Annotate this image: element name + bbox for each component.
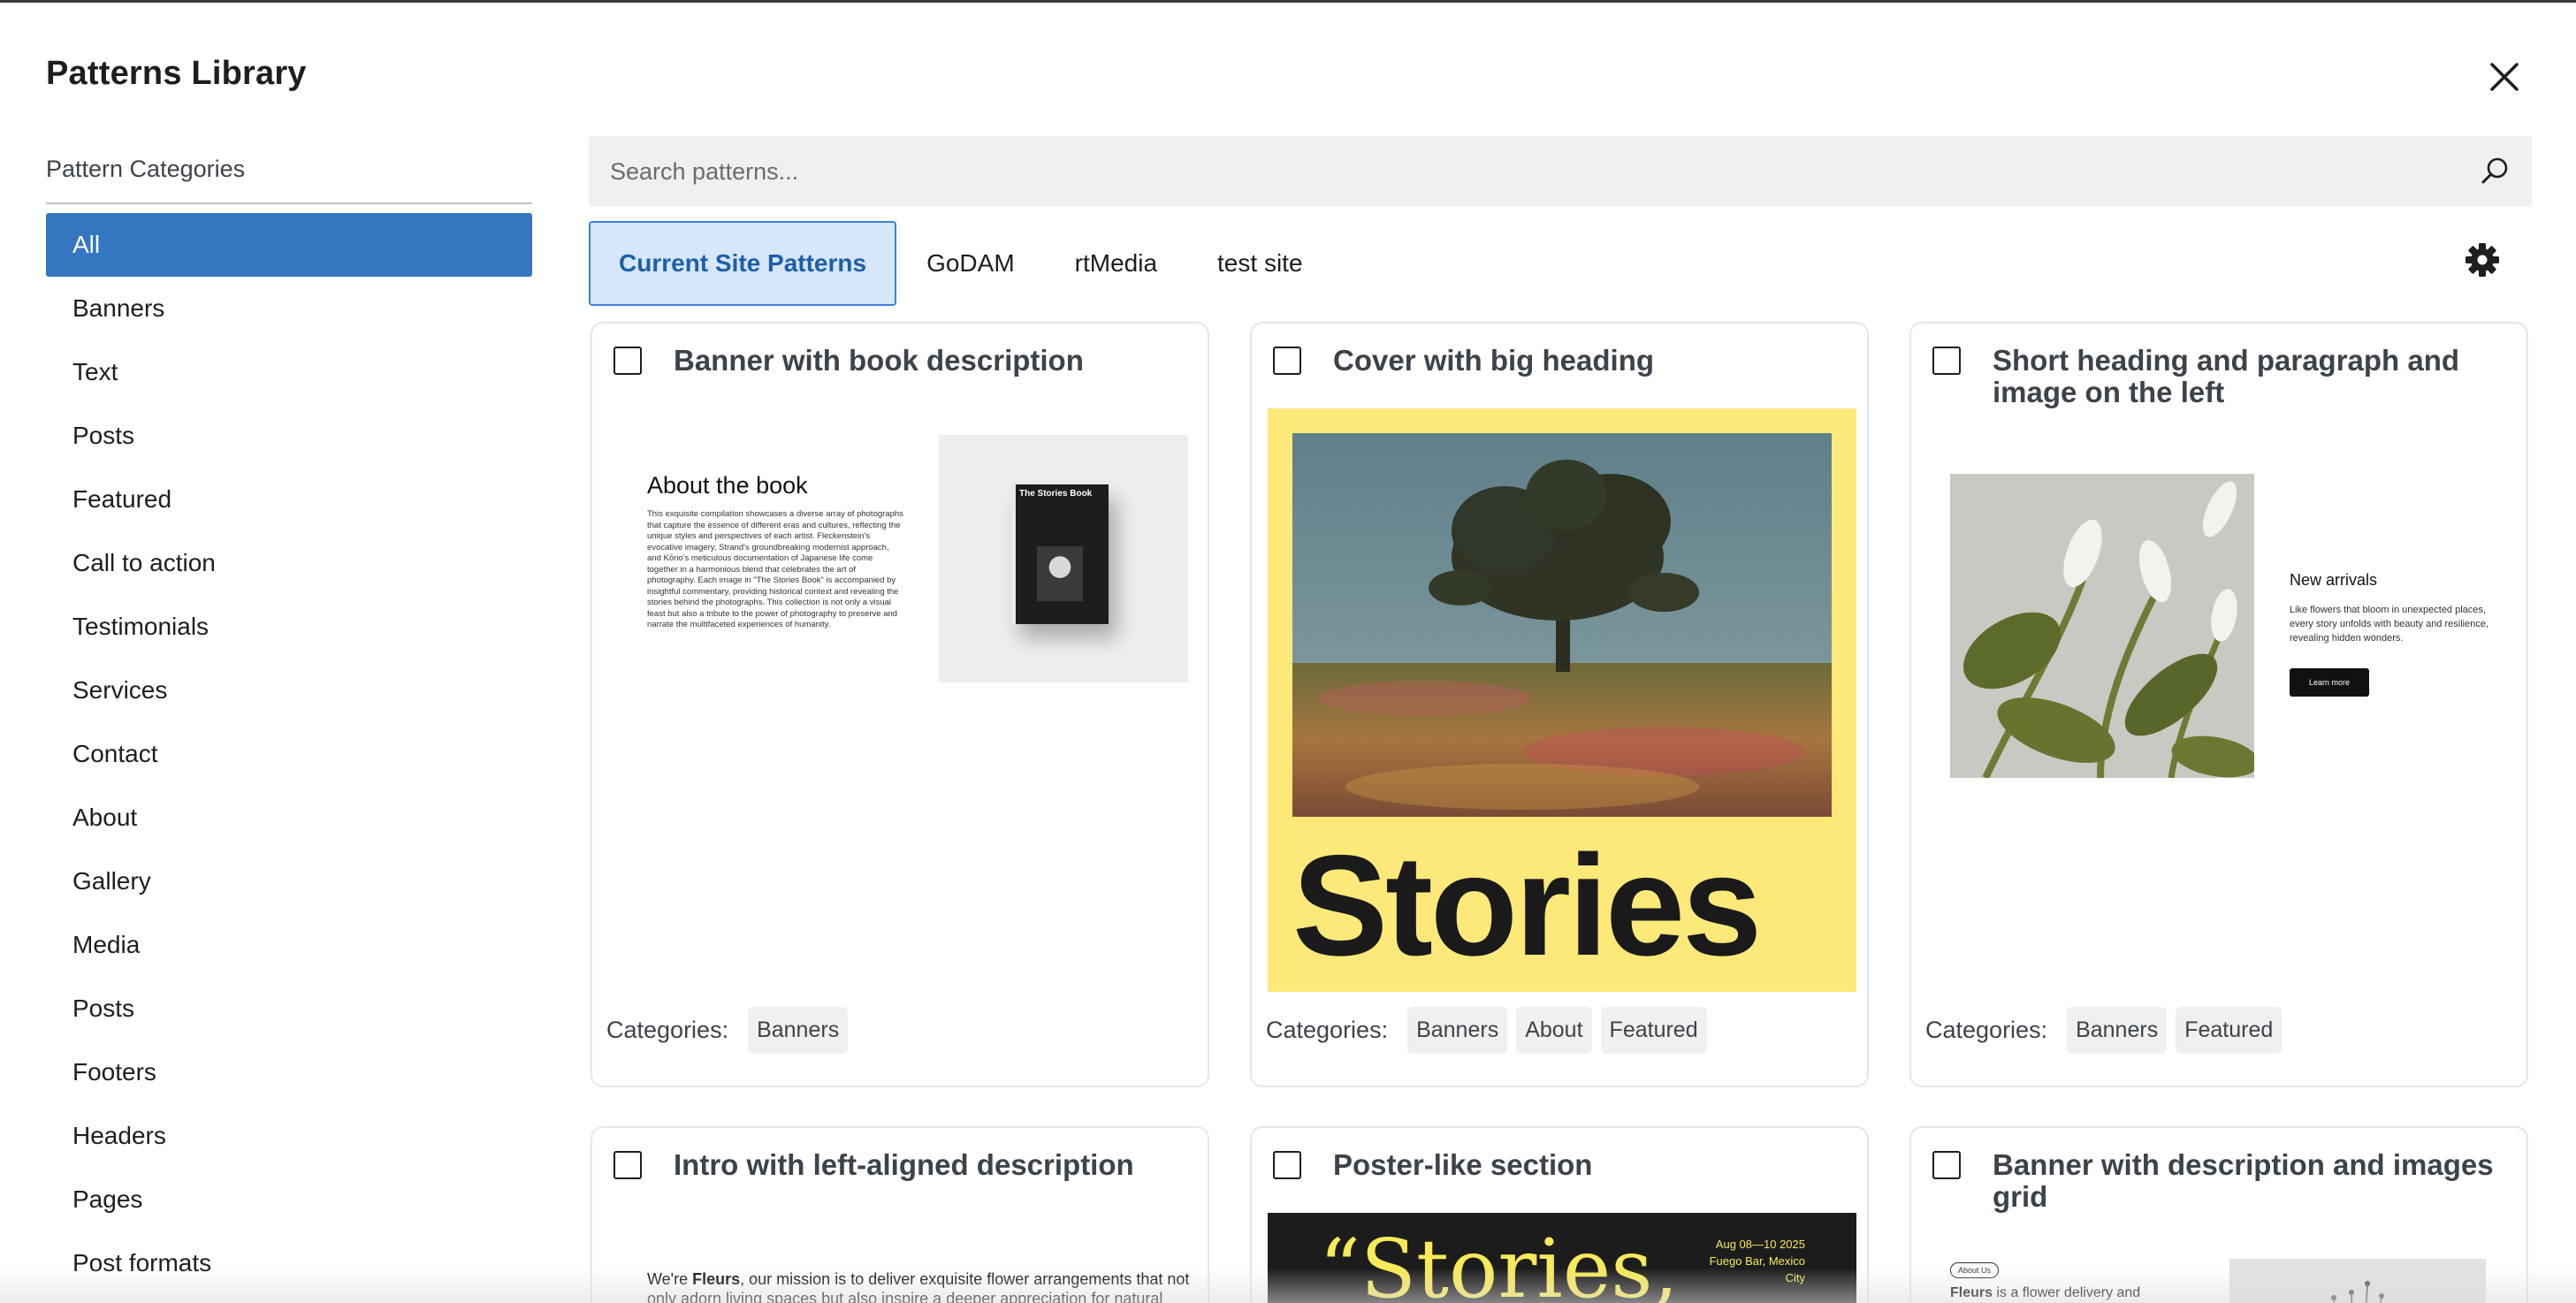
top-edge xyxy=(0,0,2576,3)
category-tag: Featured xyxy=(1600,1007,1707,1054)
search-input[interactable] xyxy=(589,136,2532,207)
category-tag: About xyxy=(1516,1007,1592,1054)
category-tag: Banners xyxy=(748,1007,849,1054)
close-icon xyxy=(2490,63,2519,91)
category-item-headers[interactable]: Headers xyxy=(46,1104,532,1168)
select-checkbox[interactable] xyxy=(1273,1151,1301,1179)
pattern-card[interactable]: Banner with description and images grid … xyxy=(1909,1126,2528,1303)
book-cover: The Stories Book xyxy=(1011,484,1109,624)
cover-heading: Stories xyxy=(1292,826,1762,986)
calla-lily-image xyxy=(1950,474,2254,778)
settings-button[interactable] xyxy=(2463,240,2502,279)
card-categories: Categories: Banners About Featured xyxy=(1266,1007,1707,1054)
pattern-card[interactable]: Short heading and paragraph and image on… xyxy=(1909,322,2528,1087)
pattern-preview[interactable]: New arrivals Like flowers that bloom in … xyxy=(1927,438,2516,810)
gear-icon xyxy=(2465,243,2499,277)
source-tabs: Current Site Patterns GoDAM rtMedia test… xyxy=(589,221,1333,306)
card-categories: Categories: Banners Featured xyxy=(1925,1007,2283,1054)
preview-brand: Fleurs xyxy=(1950,1285,1993,1300)
category-tag: Banners xyxy=(2067,1007,2168,1054)
categories-label: Categories: xyxy=(1925,1017,2048,1043)
pattern-preview[interactable]: About Us Fleurs is a flower delivery and… xyxy=(1927,1259,2516,1303)
preview-heading: About the book xyxy=(647,472,808,499)
poster-meta: Aug 08—10 2025 Fuego Bar, Mexico City xyxy=(1710,1236,1805,1286)
category-item-footers[interactable]: Footers xyxy=(46,1040,532,1104)
category-item-media[interactable]: Media xyxy=(46,913,532,977)
preview-body: We're Fleurs, our mission is to deliver … xyxy=(647,1269,1195,1303)
category-sidebar: Pattern Categories All Banners Text Post… xyxy=(46,156,532,1295)
card-title: Poster-like section xyxy=(1333,1148,1593,1181)
pattern-card[interactable]: Intro with left-aligned description We'r… xyxy=(591,1126,1209,1303)
pattern-preview[interactable]: About the book This exquisite compilatio… xyxy=(608,410,1197,693)
category-item-call-to-action[interactable]: Call to action xyxy=(46,531,532,595)
preview-body: Like flowers that bloom in unexpected pl… xyxy=(2290,605,2489,644)
pattern-preview[interactable]: Stories xyxy=(1268,408,1856,992)
category-item-featured[interactable]: Featured xyxy=(46,468,532,531)
category-list: All Banners Text Posts Featured Call to … xyxy=(46,213,532,1295)
pattern-preview[interactable]: We're Fleurs, our mission is to deliver … xyxy=(608,1128,1197,1303)
pattern-card[interactable]: Banner with book description About the b… xyxy=(591,322,1209,1087)
category-tag: Featured xyxy=(2176,1007,2283,1054)
select-checkbox[interactable] xyxy=(1273,347,1301,375)
category-item-services[interactable]: Services xyxy=(46,659,532,722)
preview-body-prefix: We're xyxy=(647,1270,693,1288)
tab-current-site-patterns[interactable]: Current Site Patterns xyxy=(589,221,897,306)
bust-image xyxy=(1037,546,1083,601)
cover-photo xyxy=(1292,433,1832,817)
preview-heading: New arrivals xyxy=(2290,571,2378,589)
preview-body: Fleurs is a flower delivery and subscrip… xyxy=(1950,1284,2215,1303)
card-title: Short heading and paragraph and image on… xyxy=(1993,344,2460,408)
preview-brand: Fleurs xyxy=(692,1270,741,1288)
tab-test-site[interactable]: test site xyxy=(1187,221,1332,306)
select-checkbox[interactable] xyxy=(614,347,642,375)
category-item-contact[interactable]: Contact xyxy=(46,722,532,786)
categories-label: Categories: xyxy=(1266,1017,1389,1043)
poster-date: Aug 08—10 2025 xyxy=(1715,1238,1805,1251)
poster-venue: Fuego Bar, Mexico xyxy=(1709,1254,1805,1268)
search-bar xyxy=(589,136,2532,207)
modal-title: Patterns Library xyxy=(46,55,307,92)
tab-godam[interactable]: GoDAM xyxy=(896,221,1045,306)
category-item-pages[interactable]: Pages xyxy=(46,1168,532,1231)
category-item-post-formats[interactable]: Post formats xyxy=(46,1231,532,1295)
category-item-about[interactable]: About xyxy=(46,786,532,850)
pattern-card[interactable]: Poster-like section “Stories, Aug 08—10 … xyxy=(1250,1126,1869,1303)
search-icon[interactable] xyxy=(2477,154,2512,189)
field-tree-image xyxy=(1292,433,1832,817)
card-title: Cover with big heading xyxy=(1333,344,1655,377)
tab-rtmedia[interactable]: rtMedia xyxy=(1045,221,1187,306)
poster-background: “Stories, Aug 08—10 2025 Fuego Bar, Mexi… xyxy=(1268,1213,1856,1303)
preview-pill: About Us xyxy=(1950,1262,2000,1278)
category-item-posts-2[interactable]: Posts xyxy=(46,977,532,1040)
pattern-card[interactable]: Cover with big heading Stories Categorie… xyxy=(1250,322,1869,1087)
close-button[interactable] xyxy=(2482,55,2526,99)
grid-image xyxy=(2229,1259,2486,1303)
card-title: Banner with book description xyxy=(674,344,1084,377)
poster-city: City xyxy=(1785,1271,1805,1284)
select-checkbox[interactable] xyxy=(1932,347,1961,375)
categories-label: Categories: xyxy=(606,1017,729,1043)
category-item-posts[interactable]: Posts xyxy=(46,404,532,468)
book-image: The Stories Book xyxy=(939,435,1188,682)
card-title: Banner with description and images grid xyxy=(1993,1148,2494,1213)
category-tag: Banners xyxy=(1407,1007,1508,1054)
sidebar-heading: Pattern Categories xyxy=(46,156,532,204)
book-title: The Stories Book xyxy=(1019,489,1093,499)
category-item-all[interactable]: All xyxy=(46,213,532,277)
select-checkbox[interactable] xyxy=(1932,1151,1961,1179)
preview-button: Learn more xyxy=(2290,668,2369,697)
category-item-gallery[interactable]: Gallery xyxy=(46,850,532,913)
category-item-banners[interactable]: Banners xyxy=(46,277,532,340)
preview-body: This exquisite compilation showcases a d… xyxy=(647,509,903,629)
category-item-text[interactable]: Text xyxy=(46,340,532,404)
category-item-testimonials[interactable]: Testimonials xyxy=(46,595,532,659)
pattern-preview[interactable]: “Stories, Aug 08—10 2025 Fuego Bar, Mexi… xyxy=(1268,1213,1856,1303)
card-categories: Categories: Banners xyxy=(606,1007,849,1054)
poster-heading: “Stories, xyxy=(1319,1222,1679,1303)
